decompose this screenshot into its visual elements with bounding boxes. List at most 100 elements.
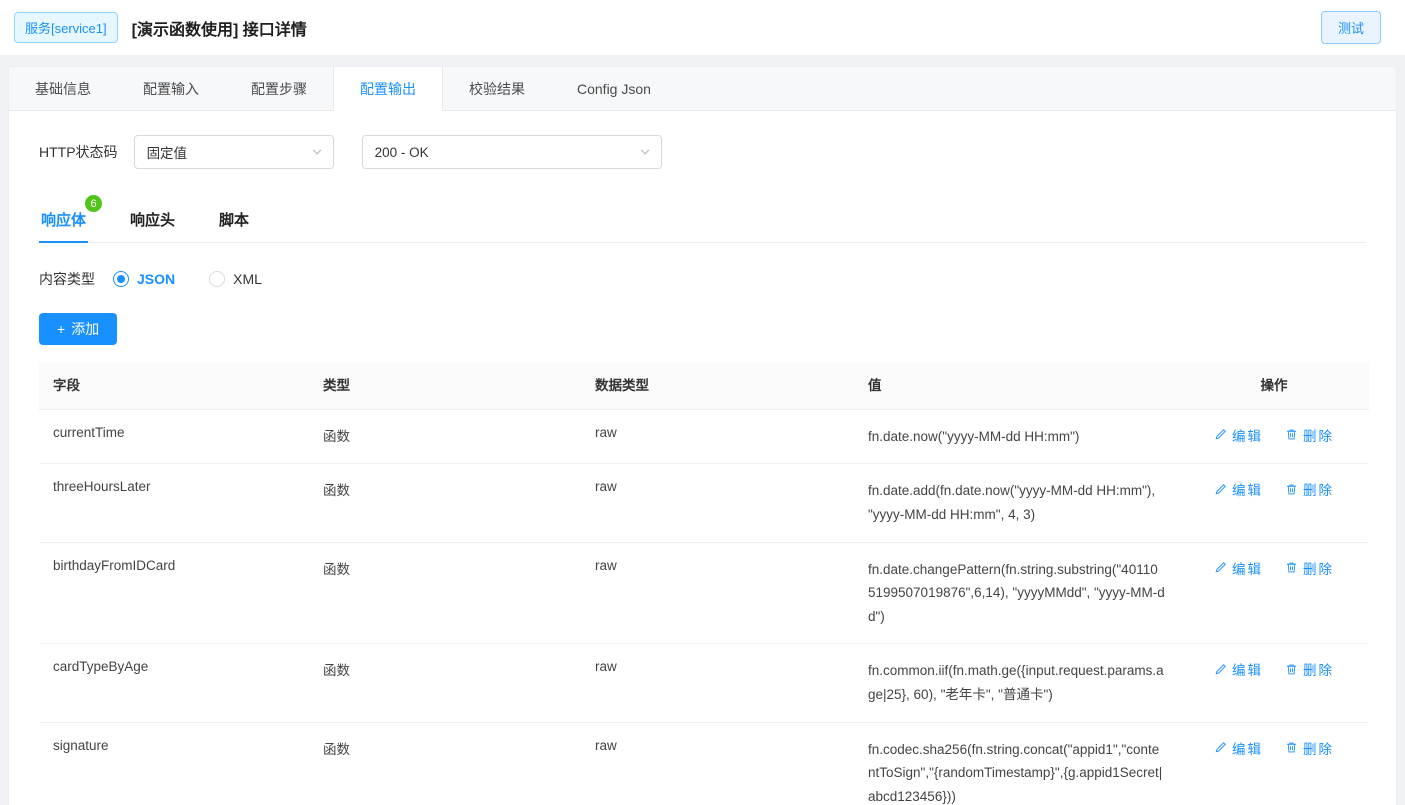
content-type-row: 内容类型 JSON XML [39, 269, 1366, 289]
http-status-label: HTTP状态码 [39, 144, 118, 160]
edit-button[interactable]: 编辑 [1214, 479, 1263, 499]
chevron-down-icon [640, 149, 649, 155]
edit-button[interactable]: 编辑 [1214, 425, 1263, 445]
field-cell: threeHoursLater [53, 479, 151, 495]
field-cell: currentTime [53, 424, 125, 440]
output-fields-table: 字段 类型 数据类型 值 操作 currentTime 函数 raw fn.da… [39, 363, 1369, 805]
radio-json[interactable]: JSON [113, 271, 175, 287]
edit-icon [1215, 742, 1226, 753]
tab-validation-result[interactable]: 校验结果 [443, 67, 551, 110]
delete-icon [1287, 664, 1296, 675]
header-data-type: 数据类型 [595, 378, 649, 393]
data-type-cell: raw [595, 424, 617, 440]
subtab-response-body[interactable]: 响应体 6 [39, 195, 103, 243]
type-cell: 函数 [323, 663, 350, 679]
tab-config-input[interactable]: 配置输入 [117, 67, 225, 110]
actions-cell: 编辑 删除 [1179, 644, 1369, 721]
subtab-response-body-label: 响应体 [41, 212, 87, 229]
header-value: 值 [868, 378, 882, 393]
test-button[interactable]: 测试 [1320, 11, 1381, 44]
radio-selected-icon [113, 271, 129, 287]
edit-label: 编辑 [1232, 483, 1263, 499]
table-row: cardTypeByAge 函数 raw fn.common.iif(fn.ma… [39, 644, 1369, 723]
type-cell: 函数 [323, 483, 350, 499]
delete-label: 删除 [1303, 483, 1334, 499]
subtab-script-label: 脚本 [219, 212, 250, 229]
actions-cell: 编辑 删除 [1179, 410, 1369, 464]
type-cell: 函数 [323, 741, 350, 757]
delete-button[interactable]: 删除 [1285, 659, 1334, 679]
tab-bar: 基础信息 配置输入 配置步骤 配置输出 校验结果 Config Json [9, 67, 1396, 111]
app-header: 服务[service1] [演示函数使用] 接口详情 测试 [0, 0, 1405, 56]
delete-label: 删除 [1303, 663, 1334, 679]
tab-config-output[interactable]: 配置输出 [333, 67, 443, 111]
data-type-cell: raw [595, 479, 617, 495]
data-type-cell: raw [595, 737, 617, 753]
field-cell: signature [53, 737, 109, 753]
edit-button[interactable]: 编辑 [1214, 659, 1263, 679]
field-cell: birthdayFromIDCard [53, 557, 176, 573]
delete-button[interactable]: 删除 [1285, 425, 1334, 445]
value-cell: fn.common.iif(fn.math.ge({input.request.… [868, 663, 1164, 702]
edit-icon [1215, 429, 1226, 440]
header-actions: 操作 [1260, 378, 1288, 393]
plus-icon: + [57, 321, 66, 337]
value-cell: fn.date.changePattern(fn.string.substrin… [868, 561, 1165, 624]
delete-icon [1287, 562, 1296, 573]
status-code-select[interactable]: 200 - OK [361, 135, 662, 169]
delete-button[interactable]: 删除 [1285, 738, 1334, 758]
edit-button[interactable]: 编辑 [1214, 738, 1263, 758]
edit-label: 编辑 [1232, 741, 1263, 757]
tab-config-steps[interactable]: 配置步骤 [225, 67, 333, 110]
tab-config-json[interactable]: Config Json [551, 67, 677, 110]
actions-cell: 编辑 删除 [1179, 464, 1369, 541]
table-row: currentTime 函数 raw fn.date.now("yyyy-MM-… [39, 409, 1369, 465]
subtab-script[interactable]: 脚本 [217, 201, 251, 242]
delete-button[interactable]: 删除 [1285, 558, 1334, 578]
subtab-response-headers[interactable]: 响应头 [128, 201, 177, 242]
http-status-row: HTTP状态码 固定值 200 - OK [39, 135, 1366, 169]
response-body-count-badge: 6 [85, 195, 103, 212]
sub-tab-bar: 响应体 6 响应头 脚本 [39, 195, 1366, 243]
actions-cell: 编辑 删除 [1179, 543, 1369, 644]
delete-icon [1287, 742, 1296, 753]
add-button[interactable]: + 添加 [39, 313, 118, 345]
delete-label: 删除 [1303, 741, 1334, 757]
subtab-response-headers-label: 响应头 [130, 212, 176, 229]
radio-xml[interactable]: XML [209, 271, 262, 287]
edit-icon [1215, 663, 1226, 675]
delete-label: 删除 [1303, 561, 1334, 577]
data-type-cell: raw [595, 557, 617, 573]
status-code-value: 200 - OK [374, 144, 429, 160]
card-body: HTTP状态码 固定值 200 - OK 响应体 6 响应头 脚本 内容类型 J… [9, 111, 1396, 805]
field-cell: cardTypeByAge [53, 659, 149, 675]
radio-json-label: JSON [137, 271, 176, 287]
value-cell: fn.date.add(fn.date.now("yyyy-MM-dd HH:m… [868, 483, 1156, 522]
add-button-label: 添加 [71, 321, 100, 337]
table-row: birthdayFromIDCard 函数 raw fn.date.change… [39, 542, 1369, 645]
service-tag[interactable]: 服务[service1] [14, 12, 118, 43]
table-header-row: 字段 类型 数据类型 值 操作 [39, 363, 1369, 410]
delete-label: 删除 [1303, 428, 1334, 444]
delete-icon [1287, 484, 1296, 495]
content-type-label: 内容类型 [39, 271, 95, 287]
data-type-cell: raw [595, 659, 617, 675]
type-cell: 函数 [323, 428, 350, 444]
status-mode-select[interactable]: 固定值 [133, 135, 334, 169]
tab-basic-info[interactable]: 基础信息 [9, 67, 117, 110]
radio-xml-label: XML [233, 271, 262, 287]
edit-icon [1215, 483, 1226, 495]
actions-cell: 编辑 删除 [1179, 723, 1369, 805]
edit-label: 编辑 [1232, 428, 1263, 444]
table-row: threeHoursLater 函数 raw fn.date.add(fn.da… [39, 464, 1369, 543]
delete-button[interactable]: 删除 [1285, 479, 1334, 499]
radio-unselected-icon [209, 271, 226, 287]
edit-label: 编辑 [1232, 561, 1263, 577]
edit-button[interactable]: 编辑 [1214, 558, 1263, 578]
chevron-down-icon [312, 149, 321, 155]
edit-label: 编辑 [1232, 663, 1263, 679]
header-field: 字段 [53, 378, 80, 393]
status-mode-value: 固定值 [146, 146, 188, 161]
page-title: [演示函数使用] 接口详情 [131, 21, 307, 39]
table-row: signature 函数 raw fn.codec.sha256(fn.stri… [39, 722, 1369, 805]
